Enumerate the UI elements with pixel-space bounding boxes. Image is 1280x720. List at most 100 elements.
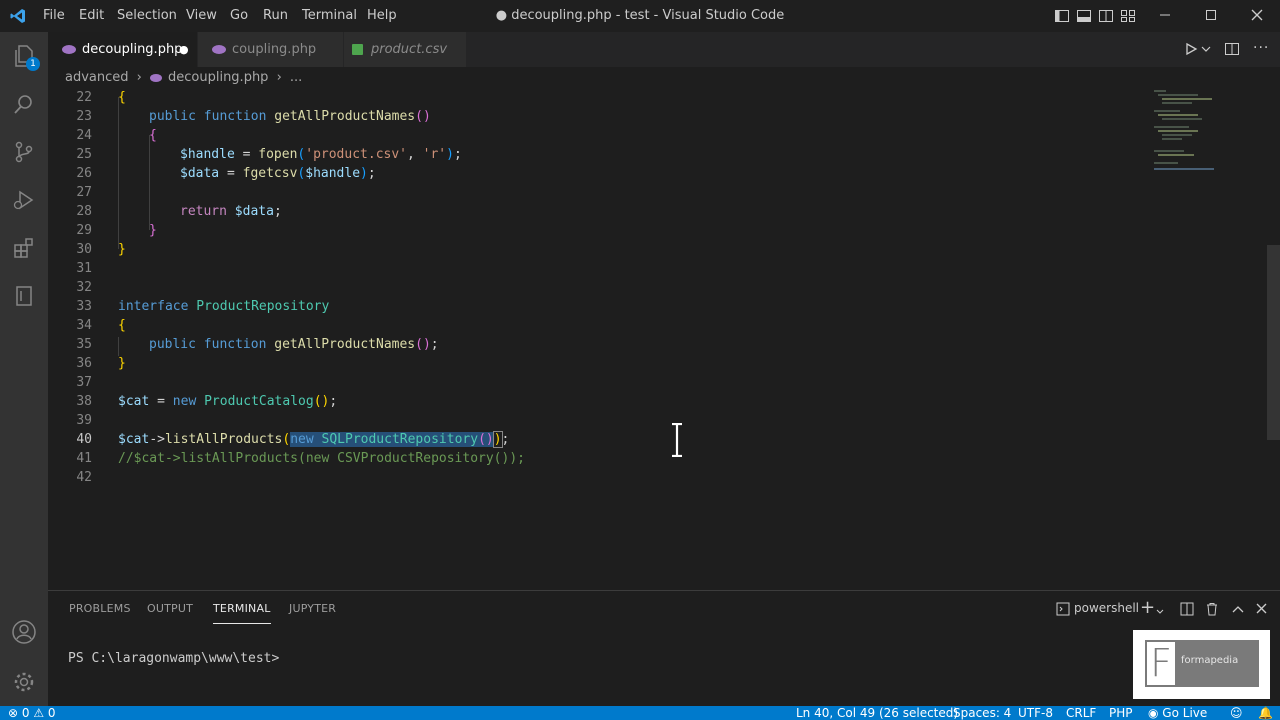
menu-go[interactable]: Go xyxy=(230,0,248,32)
text-ibeam-cursor-icon xyxy=(670,422,684,458)
php-file-icon xyxy=(212,45,226,54)
line-number: 37 xyxy=(76,375,92,390)
tab-decoupling[interactable]: decoupling.php ● xyxy=(48,32,197,67)
line-number: 39 xyxy=(76,413,92,428)
close-window-icon[interactable] xyxy=(1234,0,1280,32)
status-encoding[interactable]: UTF-8 xyxy=(1018,706,1053,720)
menu-edit[interactable]: Edit xyxy=(79,0,104,32)
new-terminal-plus-icon[interactable]: + xyxy=(1140,597,1155,618)
terminal-shell-label[interactable]: powershell xyxy=(1074,601,1139,615)
php-file-icon xyxy=(150,73,162,82)
code-line: $handle = fopen('product.csv', 'r'); xyxy=(180,147,462,162)
customize-layout-icon[interactable] xyxy=(1120,8,1136,24)
code-line: { xyxy=(118,318,126,333)
chevron-right-icon: › xyxy=(276,70,282,85)
status-bar: ⊗ 0 ⚠ 0 Ln 40, Col 49 (26 selected) Spac… xyxy=(0,706,1280,720)
code-line: } xyxy=(118,242,126,257)
code-line: } xyxy=(149,223,157,238)
status-problems[interactable]: ⊗ 0 ⚠ 0 xyxy=(8,706,56,720)
line-number: 29 xyxy=(76,223,92,238)
breadcrumb-symbols[interactable]: ... xyxy=(290,70,302,85)
maximize-panel-chevron-up-icon[interactable] xyxy=(1232,603,1244,613)
toggle-secondary-sidebar-icon[interactable] xyxy=(1098,8,1114,24)
line-number: 41 xyxy=(76,451,92,466)
menu-help[interactable]: Help xyxy=(367,0,397,32)
menu-selection[interactable]: Selection xyxy=(117,0,177,32)
text-selection[interactable]: new SQLProductRepository() xyxy=(290,432,494,447)
minimap[interactable] xyxy=(1150,88,1266,178)
menu-view[interactable]: View xyxy=(186,0,217,32)
unsaved-dot-icon[interactable]: ● xyxy=(179,32,189,67)
status-language[interactable]: PHP xyxy=(1109,706,1133,720)
tab-output[interactable]: OUTPUT xyxy=(147,591,193,627)
tab-label: decoupling.php xyxy=(82,42,183,57)
code-line: } xyxy=(118,356,126,371)
split-editor-icon[interactable] xyxy=(1224,41,1240,57)
broadcast-icon: ◉ xyxy=(1148,706,1163,720)
notifications-bell-icon[interactable]: 🔔 xyxy=(1258,706,1273,720)
status-eol[interactable]: CRLF xyxy=(1066,706,1096,720)
status-indentation[interactable]: Spaces: 4 xyxy=(953,706,1011,720)
breadcrumb-file[interactable]: decoupling.php xyxy=(168,70,268,85)
code-editor[interactable]: 22 23 24 25 26 27 28 29 30 31 32 33 34 3… xyxy=(48,88,1280,590)
line-number: 42 xyxy=(76,470,92,485)
menu-file[interactable]: File xyxy=(43,0,65,32)
menu-run[interactable]: Run xyxy=(263,0,288,32)
code-line: $data = fgetcsv($handle); xyxy=(180,166,376,181)
toggle-primary-sidebar-icon[interactable] xyxy=(1054,8,1070,24)
tab-terminal[interactable]: TERMINAL xyxy=(213,591,271,624)
line-number: 32 xyxy=(76,280,92,295)
account-icon[interactable] xyxy=(0,608,48,656)
explorer-badge: 1 xyxy=(26,57,40,71)
watermark-letter: F xyxy=(1147,642,1175,685)
watermark-text: formapedia xyxy=(1181,655,1239,666)
chevron-down-icon[interactable] xyxy=(1201,43,1211,53)
chevron-down-icon[interactable] xyxy=(1156,605,1164,614)
code-line: return $data; xyxy=(180,204,282,219)
formapedia-watermark-logo: F formapedia xyxy=(1133,630,1270,699)
menu-terminal[interactable]: Terminal xyxy=(302,0,357,32)
tab-problems[interactable]: PROBLEMS xyxy=(69,591,131,627)
settings-gear-icon[interactable] xyxy=(0,658,48,706)
status-cursor-position[interactable]: Ln 40, Col 49 (26 selected) xyxy=(796,706,958,720)
run-debug-icon[interactable] xyxy=(0,176,48,224)
line-number: 27 xyxy=(76,185,92,200)
terminal-prompt[interactable]: PS C:\laragonwamp\www\test> xyxy=(68,651,279,666)
status-golive[interactable]: ◉ Go Live xyxy=(1148,706,1207,720)
title-bar: File Edit Selection View Go Run Terminal… xyxy=(0,0,1280,32)
chevron-right-icon: › xyxy=(136,70,142,85)
explorer-files-icon[interactable]: 1 xyxy=(0,32,48,80)
run-code-icon[interactable] xyxy=(1184,42,1198,56)
line-number: 30 xyxy=(76,242,92,257)
tab-jupyter[interactable]: JUPYTER xyxy=(289,591,336,627)
php-file-icon xyxy=(62,45,76,54)
source-control-icon[interactable] xyxy=(0,128,48,176)
maximize-icon[interactable] xyxy=(1188,0,1234,32)
close-panel-icon[interactable] xyxy=(1256,603,1267,614)
line-number: 23 xyxy=(76,109,92,124)
code-line: { xyxy=(118,90,126,105)
breadcrumb-folder[interactable]: advanced xyxy=(65,70,129,85)
line-number: 33 xyxy=(76,299,92,314)
line-number: 26 xyxy=(76,166,92,181)
extensions-icon[interactable] xyxy=(0,224,48,272)
minimize-icon[interactable] xyxy=(1142,0,1188,32)
split-terminal-icon[interactable] xyxy=(1180,602,1194,616)
tab-product-csv[interactable]: product.csv xyxy=(344,32,466,67)
search-icon[interactable] xyxy=(0,80,48,128)
code-line: interface ProductRepository xyxy=(118,299,330,314)
toggle-panel-icon[interactable] xyxy=(1076,8,1092,24)
remote-explorer-icon[interactable] xyxy=(0,272,48,320)
more-actions-icon[interactable]: ··· xyxy=(1253,40,1271,56)
tab-label: product.csv xyxy=(371,42,448,57)
tab-coupling[interactable]: coupling.php xyxy=(198,32,343,67)
golive-label: Go Live xyxy=(1162,706,1208,720)
breadcrumb: advanced › decoupling.php › ... xyxy=(48,67,1148,88)
line-number-current: 40 xyxy=(76,432,92,447)
trash-icon[interactable] xyxy=(1205,602,1219,616)
code-line: $cat = new ProductCatalog(); xyxy=(118,394,338,409)
feedback-icon[interactable]: ☺ xyxy=(1230,706,1243,720)
line-number: 28 xyxy=(76,204,92,219)
vertical-scrollbar[interactable] xyxy=(1267,245,1280,440)
code-line: { xyxy=(149,128,157,143)
